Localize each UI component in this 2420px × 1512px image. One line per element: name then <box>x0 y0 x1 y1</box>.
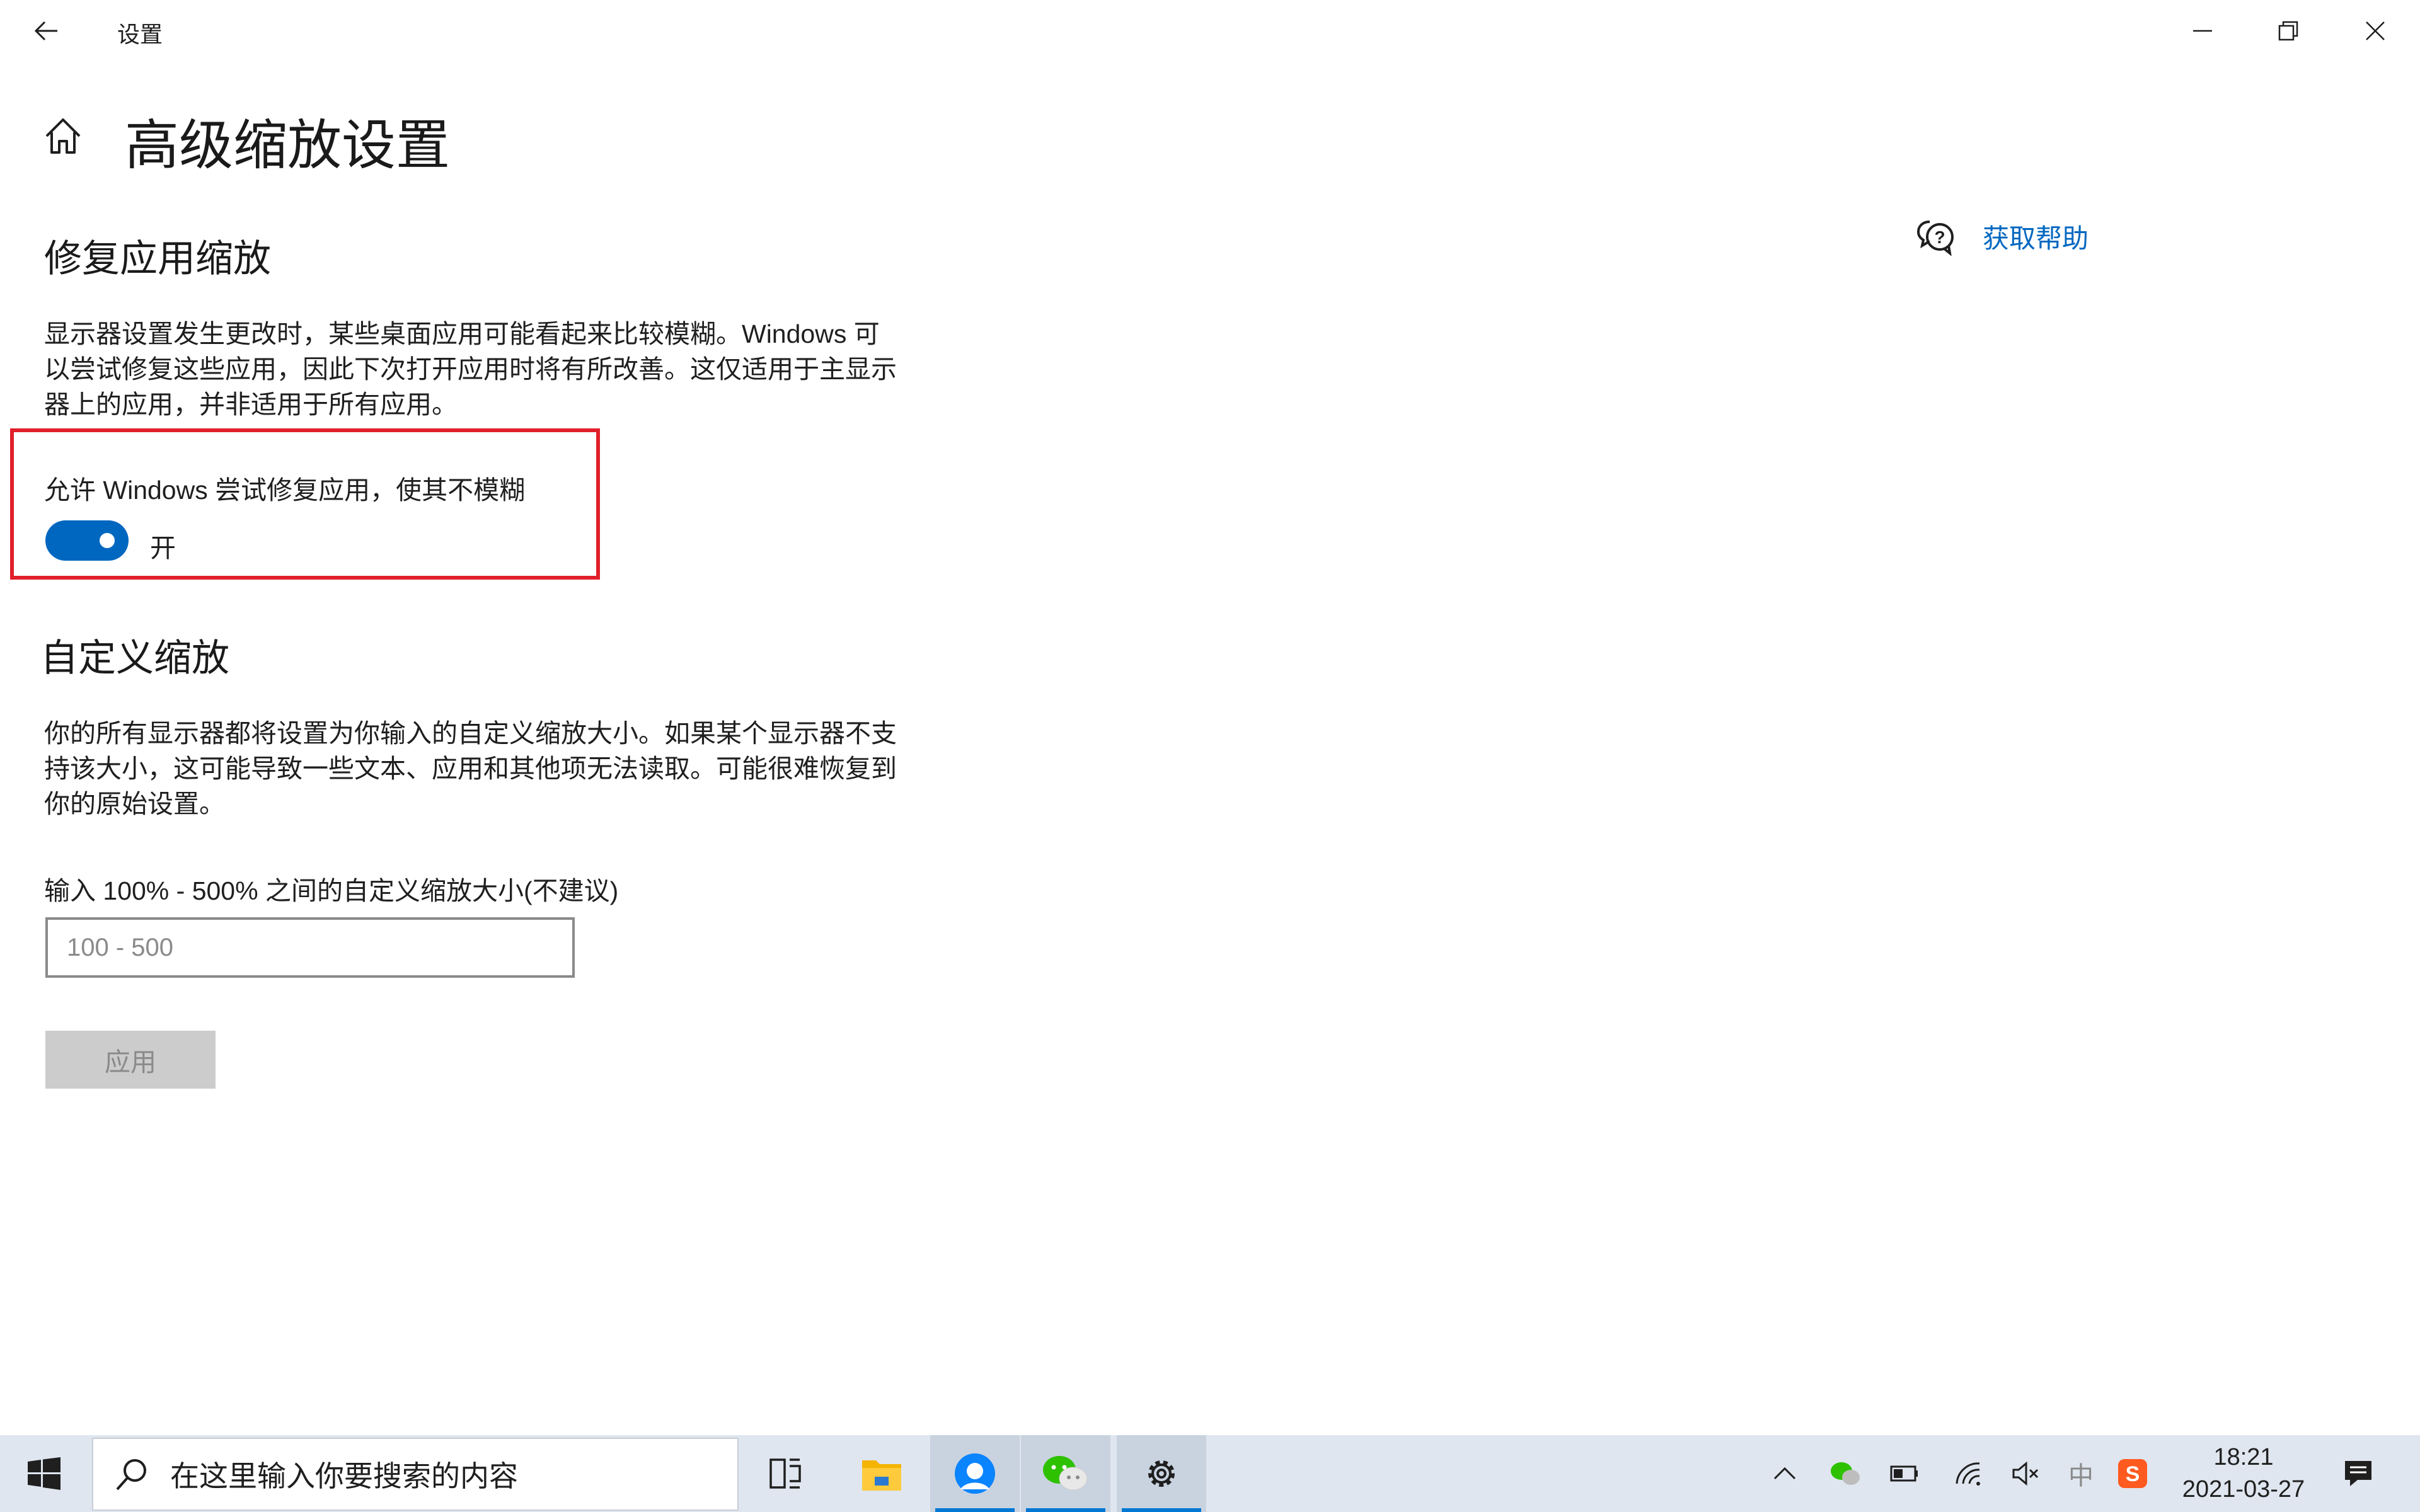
start-button[interactable] <box>0 1435 88 1512</box>
custom-scaling-heading: 自定义缩放 <box>40 637 229 679</box>
battery-button[interactable] <box>1884 1435 1925 1512</box>
active-indicator <box>1026 1508 1105 1512</box>
toggle-state-text: 开 <box>150 534 176 563</box>
custom-scale-input[interactable] <box>45 917 575 978</box>
sogou-ime-button[interactable]: S <box>2112 1435 2153 1512</box>
back-arrow-icon <box>34 21 57 41</box>
svg-text:?: ? <box>1934 227 1945 247</box>
get-help-label: 获取帮助 <box>1983 223 2089 253</box>
page-title: 高级缩放设置 <box>125 115 450 176</box>
wechat-button[interactable] <box>1021 1435 1110 1512</box>
active-indicator <box>935 1508 1015 1512</box>
window-title: 设置 <box>117 21 163 47</box>
close-icon <box>2366 21 2385 40</box>
file-explorer-button[interactable] <box>837 1435 926 1512</box>
chevron-up-icon <box>1773 1467 1796 1480</box>
apply-button[interactable]: 应用 <box>45 1031 216 1089</box>
windows-logo-icon <box>28 1457 60 1490</box>
restore-icon <box>2278 21 2298 41</box>
settings-gear-icon <box>1148 1460 1175 1487</box>
title-bar: 设置 <box>0 0 2420 63</box>
wifi-icon <box>1956 1462 1980 1486</box>
custom-scaling-description: 你的所有显示器都将设置为你输入的自定义缩放大小。如果某个显示器不支持该大小，这可… <box>44 719 897 818</box>
network-button[interactable] <box>1949 1435 1989 1512</box>
search-placeholder: 在这里输入你要搜索的内容 <box>170 1460 518 1492</box>
restore-button[interactable] <box>2254 9 2323 53</box>
svg-text:S: S <box>2126 1462 2140 1486</box>
browser-icon <box>955 1453 995 1494</box>
settings-window: 设置 高级缩放设置 ? 获取帮助 修复应用缩放 显示器设置发生更改时，某些桌面应… <box>0 0 2420 1512</box>
minimize-button[interactable] <box>2168 9 2237 53</box>
close-button[interactable] <box>2341 9 2410 53</box>
active-indicator <box>1122 1508 1201 1512</box>
volume-muted-icon <box>2012 1461 2039 1486</box>
ime-indicator[interactable]: 中 <box>2061 1435 2101 1512</box>
settings-button[interactable] <box>1117 1435 1206 1512</box>
fix-apps-toggle-label: 允许 Windows 尝试修复应用，使其不模糊 <box>44 476 526 505</box>
wechat-tray-icon <box>1831 1462 1860 1485</box>
clock-date: 2021-03-27 <box>2182 1476 2305 1503</box>
wechat-icon <box>1043 1456 1088 1491</box>
fix-scaling-description: 显示器设置发生更改时，某些桌面应用可能看起来比较模糊。Windows 可以尝试修… <box>44 319 897 419</box>
action-center-button[interactable] <box>2333 1435 2383 1512</box>
toggle-knob <box>100 533 115 548</box>
battery-icon <box>1890 1465 1918 1482</box>
task-view-icon <box>769 1458 801 1489</box>
file-explorer-icon <box>862 1460 901 1491</box>
clock-time: 18:21 <box>2213 1444 2274 1470</box>
minimize-icon <box>2193 30 2212 32</box>
fix-scaling-heading: 修复应用缩放 <box>44 238 271 280</box>
back-button[interactable] <box>25 11 67 50</box>
fix-apps-toggle[interactable] <box>45 520 129 561</box>
tray-wechat-button[interactable] <box>1825 1435 1865 1512</box>
task-view-button[interactable] <box>741 1435 831 1512</box>
browser-button[interactable] <box>930 1435 1020 1512</box>
sogou-s-icon: S <box>2118 1459 2147 1488</box>
custom-scale-input-label: 输入 100% - 500% 之间的自定义缩放大小(不建议) <box>44 876 619 905</box>
get-help-link[interactable]: ? 获取帮助 <box>1916 217 2089 256</box>
help-chat-icon: ? <box>1916 220 1954 256</box>
taskbar-search-box[interactable]: 在这里输入你要搜索的内容 <box>92 1438 739 1511</box>
notification-icon <box>2345 1461 2371 1486</box>
taskbar: 在这里输入你要搜索的内容 中 S 18:21 2021-03-27 <box>0 1435 2420 1512</box>
show-hidden-icons-button[interactable] <box>1765 1435 1805 1512</box>
volume-button[interactable] <box>2005 1435 2046 1512</box>
clock[interactable]: 18:21 2021-03-27 <box>2168 1441 2319 1506</box>
home-icon <box>45 118 81 154</box>
home-button[interactable] <box>40 113 86 159</box>
search-icon <box>116 1459 146 1491</box>
